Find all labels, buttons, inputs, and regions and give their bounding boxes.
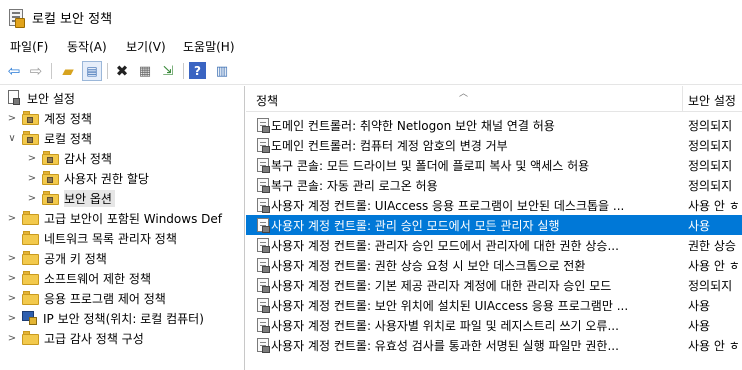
table-row[interactable]: 사용자 계정 컨트롤: 기본 제공 관리자 계정에 대한 관리자 승인 모드 정… [246,275,742,295]
tree-item-public-key[interactable]: > 공개 키 정책 [6,248,107,268]
table-row[interactable]: 사용자 계정 컨트롤: UIAccess 응용 프로그램이 보안된 데스크톱을 … [246,195,742,215]
policy-icon [257,278,270,293]
tree-item-software-restriction[interactable]: > 소프트웨어 제한 정책 [6,268,151,288]
chevron-right-icon[interactable]: > [26,193,38,204]
window-title: 로컬 보안 정책 [32,12,113,27]
policy-list[interactable]: ︿ 정책 보안 설정 도메인 컨트롤러: 취약한 Netlogon 보안 채널 … [246,86,742,370]
chevron-right-icon[interactable]: > [26,173,38,184]
chevron-right-icon[interactable]: > [6,313,18,324]
folder-icon [22,331,40,345]
table-row[interactable]: 사용자 계정 컨트롤: 권한 상승 요청 시 보안 데스크톱으로 전환 사용 안… [246,255,742,275]
tree-item-audit-policy[interactable]: > 감사 정책 [26,148,112,168]
folder-icon [42,171,60,185]
column-divider[interactable] [682,86,683,112]
chevron-right-icon[interactable]: > [26,153,38,164]
chevron-right-icon[interactable]: > [6,273,18,284]
tree-item-local-policy[interactable]: ∨ 로컬 정책 [6,128,92,148]
security-settings-icon [6,90,22,106]
policy-icon [257,218,270,233]
policy-icon [257,158,270,173]
table-row[interactable]: 도메인 컨트롤러: 취약한 Netlogon 보안 채널 연결 허용 정의되지 [246,115,742,135]
table-row[interactable]: 사용자 계정 컨트롤: 관리자 승인 모드에서 관리자에 대한 권한 상승...… [246,235,742,255]
back-icon[interactable]: ⇦ [4,61,24,81]
forward-icon[interactable]: ⇨ [26,61,46,81]
security-policy-app-icon [9,9,25,28]
table-row[interactable]: 사용자 계정 컨트롤: 보안 위치에 설치된 UIAccess 응용 프로그램만… [246,295,742,315]
navigation-tree[interactable]: 보안 설정 > 계정 정책 ∨ 로컬 정책 > 감사 정책 > 사용자 권한 할… [0,86,245,370]
chevron-right-icon[interactable]: > [6,293,18,304]
folder-icon [22,231,40,245]
table-row[interactable]: 복구 콘솔: 모든 드라이브 및 폴더에 플로피 복사 및 액세스 허용 정의되… [246,155,742,175]
menu-file[interactable]: 파일(F) [10,38,48,55]
tree-item-network-list[interactable]: 네트워크 목록 관리자 정책 [6,228,177,248]
table-row[interactable]: 사용자 계정 컨트롤: 유효성 검사를 통과한 서명된 실행 파일만 권한...… [246,335,742,355]
policy-icon [257,198,270,213]
chevron-right-icon[interactable]: > [6,213,18,224]
table-row[interactable]: 복구 콘솔: 자동 관리 로그온 허용 정의되지 [246,175,742,195]
menu-bar: 파일(F) 동작(A) 보기(V) 도움말(H) [0,34,742,57]
chevron-right-icon[interactable]: > [6,333,18,344]
ip-security-icon [22,310,38,326]
folder-icon [22,291,40,305]
table-row[interactable]: 사용자 계정 컨트롤: 사용자별 위치로 파일 및 레지스트리 쓰기 오류...… [246,315,742,335]
policy-icon [257,318,270,333]
folder-icon [22,211,40,225]
menu-help[interactable]: 도움말(H) [183,38,235,55]
tree-item-user-rights[interactable]: > 사용자 권한 할당 [26,168,149,188]
tree-root[interactable]: 보안 설정 [6,88,75,108]
column-header-setting[interactable]: 보안 설정 [688,92,736,109]
table-row-selected[interactable]: 사용자 계정 컨트롤: 관리 승인 모드에서 모든 관리자 실행 사용 [246,215,742,235]
view-icon[interactable]: ▥ [212,61,232,81]
menu-view[interactable]: 보기(V) [126,38,166,55]
policy-icon [257,118,270,133]
folder-icon [22,251,40,265]
export-list-icon[interactable]: ⇲ [158,61,178,81]
tree-item-security-options[interactable]: > 보안 옵션 [26,188,115,208]
policy-icon [257,138,270,153]
folder-icon [42,151,60,165]
selected-tree-label: 보안 옵션 [64,189,115,207]
folder-icon [22,111,40,125]
chevron-right-icon[interactable]: > [6,253,18,264]
menu-action[interactable]: 동작(A) [67,38,107,55]
toolbar: ⇦ ⇨ ▰ ▤ ✖ ▦ ⇲ ? ▥ [0,57,742,85]
policy-icon [257,178,270,193]
tree-item-account-policy[interactable]: > 계정 정책 [6,108,92,128]
list-header: ︿ 정책 보안 설정 [246,86,742,112]
table-row[interactable]: 도메인 컨트롤러: 컴퓨터 계정 암호의 변경 거부 정의되지 [246,135,742,155]
delete-icon[interactable]: ✖ [112,61,132,81]
tree-item-windows-defender-firewall[interactable]: > 고급 보안이 포함된 Windows Def [6,208,222,228]
sort-ascending-icon: ︿ [459,89,469,99]
tree-item-application-control[interactable]: > 응용 프로그램 제어 정책 [6,288,166,308]
title-bar: 로컬 보안 정책 [0,0,742,34]
chevron-right-icon[interactable]: > [6,113,18,124]
column-header-policy[interactable]: 정책 [256,92,278,109]
folder-icon [22,271,40,285]
up-folder-icon[interactable]: ▰ [58,61,78,81]
show-hide-tree-icon[interactable]: ▤ [82,61,102,81]
help-icon[interactable]: ? [189,62,206,79]
tree-item-ip-security[interactable]: > IP 보안 정책(위치: 로컬 컴퓨터) [6,308,204,328]
policy-icon [257,258,270,273]
folder-icon [22,131,40,145]
chevron-down-icon[interactable]: ∨ [6,133,18,144]
policy-icon [257,238,270,253]
policy-icon [257,338,270,353]
properties-icon[interactable]: ▦ [135,61,155,81]
folder-icon [42,191,60,205]
tree-item-advanced-audit[interactable]: > 고급 감사 정책 구성 [6,328,144,348]
tree-root-label: 보안 설정 [27,91,75,106]
policy-icon [257,298,270,313]
